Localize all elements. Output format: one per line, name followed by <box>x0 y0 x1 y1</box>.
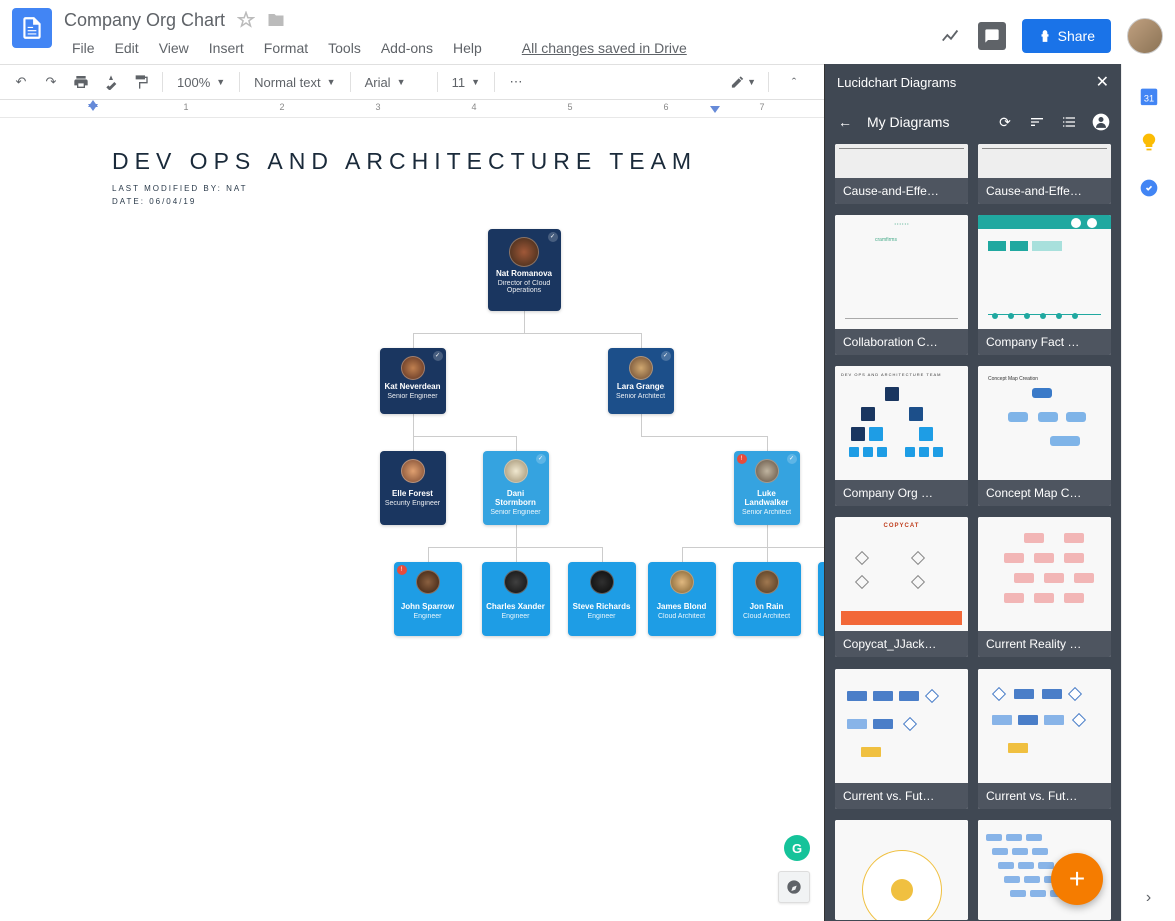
diagram-tile[interactable] <box>835 820 968 920</box>
org-node: ! John Sparrow Engineer <box>394 562 462 636</box>
diagram-tile[interactable]: Current vs. Fut… <box>978 669 1111 809</box>
menu-help[interactable]: Help <box>445 36 490 60</box>
share-button[interactable]: Share <box>1022 19 1111 53</box>
font-dropdown[interactable]: Arial▼ <box>359 71 429 94</box>
edit-mode-icon[interactable]: ▼ <box>730 69 756 95</box>
menu-format[interactable]: Format <box>256 36 316 60</box>
diagram-thumb <box>978 517 1111 631</box>
save-status[interactable]: All changes saved in Drive <box>514 36 695 60</box>
org-node: ✓ Kat Neverdean Senior Engineer <box>380 348 446 414</box>
diagram-thumb: Concept Map Creation <box>978 366 1111 480</box>
keep-icon[interactable] <box>1137 130 1161 154</box>
diagram-tile[interactable]: Current Reality … <box>978 517 1111 657</box>
lucid-title: Lucidchart Diagrams <box>837 75 956 90</box>
explore-button[interactable] <box>778 871 810 903</box>
print-icon[interactable] <box>68 69 94 95</box>
diagram-thumb: COPYCAT <box>835 517 968 631</box>
fontsize-dropdown[interactable]: 11▼ <box>446 71 486 94</box>
spellcheck-icon[interactable] <box>98 69 124 95</box>
activity-icon[interactable] <box>940 25 962 47</box>
more-icon[interactable]: ⋯ <box>503 69 529 95</box>
org-node: ✓ Dani Stormborn Senior Engineer <box>483 451 549 525</box>
docs-app-icon[interactable] <box>12 8 52 48</box>
menu-view[interactable]: View <box>151 36 197 60</box>
style-dropdown[interactable]: Normal text▼ <box>248 71 341 94</box>
chevron-up-icon[interactable]: ˆ <box>781 69 807 95</box>
diagram-thumb <box>978 669 1111 783</box>
back-icon[interactable]: ← <box>835 112 855 132</box>
right-rail: 31 › <box>1121 64 1175 921</box>
diagram-thumb <box>835 820 968 920</box>
org-node: Charles Xander Engineer <box>482 562 550 636</box>
menu-bar: File Edit View Insert Format Tools Add-o… <box>64 36 940 60</box>
folder-icon[interactable] <box>267 11 285 29</box>
calendar-icon[interactable]: 31 <box>1137 84 1161 108</box>
user-avatar[interactable] <box>1127 18 1163 54</box>
list-icon[interactable] <box>1059 112 1079 132</box>
menu-file[interactable]: File <box>64 36 103 60</box>
svg-text:31: 31 <box>1143 94 1153 104</box>
org-chart: ✓ Nat Romanova Director of Cloud Operati… <box>288 229 888 659</box>
grammarly-icon[interactable]: G <box>784 835 810 861</box>
diagram-tile[interactable]: Cause-and-Effe… <box>835 144 968 204</box>
org-node: Steve Richards Engineer <box>568 562 636 636</box>
chevron-right-icon[interactable]: › <box>1146 889 1151 907</box>
diagram-thumb <box>835 144 968 178</box>
close-icon[interactable]: ✕ <box>1096 72 1109 92</box>
diagram-thumb: DEV OPS AND ARCHITECTURE TEAM <box>835 366 968 480</box>
menu-tools[interactable]: Tools <box>320 36 369 60</box>
lucid-section: My Diagrams <box>867 114 949 130</box>
zoom-dropdown[interactable]: 100%▼ <box>171 71 231 94</box>
diagram-tile[interactable]: COPYCAT Copycat_JJack… <box>835 517 968 657</box>
star-icon[interactable] <box>237 11 255 29</box>
document-title[interactable]: Company Org Chart <box>64 10 225 31</box>
org-node: ✓ Lara Grange Senior Architect <box>608 348 674 414</box>
sort-icon[interactable] <box>1027 112 1047 132</box>
diagram-thumb <box>978 215 1111 329</box>
org-node: James Blond Cloud Architect <box>648 562 716 636</box>
profile-icon[interactable] <box>1091 112 1111 132</box>
diagram-tile[interactable]: • • • • • • cramfirms Collaboration C… <box>835 215 968 355</box>
diagram-thumb <box>835 669 968 783</box>
diagram-tile[interactable]: DEV OPS AND ARCHITECTURE TEAM <box>835 366 968 506</box>
tasks-icon[interactable] <box>1137 176 1161 200</box>
redo-icon[interactable]: ↷ <box>38 69 64 95</box>
menu-addons[interactable]: Add-ons <box>373 36 441 60</box>
comments-icon[interactable] <box>978 22 1006 50</box>
org-node: ✓ ! Luke Landwalker Senior Architect <box>734 451 800 525</box>
diagram-tile[interactable]: Cause-and-Effe… <box>978 144 1111 204</box>
org-node: Elle Forest Security Engineer <box>380 451 446 525</box>
add-fab[interactable]: + <box>1051 853 1103 905</box>
org-node-root: ✓ Nat Romanova Director of Cloud Operati… <box>488 229 561 311</box>
paint-format-icon[interactable] <box>128 69 154 95</box>
share-label: Share <box>1058 28 1095 44</box>
refresh-icon[interactable]: ⟳ <box>995 112 1015 132</box>
diagram-thumb <box>978 144 1111 178</box>
diagram-tile[interactable]: Company Fact … <box>978 215 1111 355</box>
org-node: Jon Rain Cloud Architect <box>733 562 801 636</box>
diagram-tile[interactable]: Current vs. Fut… <box>835 669 968 809</box>
lucidchart-panel: Lucidchart Diagrams ✕ ← My Diagrams ⟳ Ca… <box>824 64 1121 921</box>
menu-insert[interactable]: Insert <box>201 36 252 60</box>
diagram-thumb: • • • • • • cramfirms <box>835 215 968 329</box>
undo-icon[interactable]: ↶ <box>8 69 34 95</box>
diagram-tile[interactable]: Concept Map Creation Concept Map C… <box>978 366 1111 506</box>
menu-edit[interactable]: Edit <box>107 36 147 60</box>
